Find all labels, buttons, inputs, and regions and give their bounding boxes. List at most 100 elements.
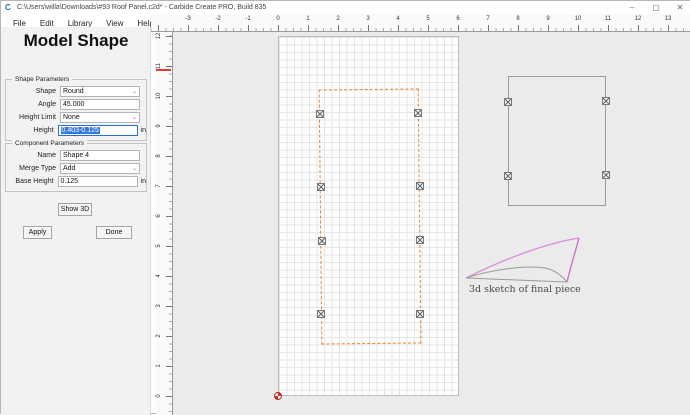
v-ruler-label: 9: [156, 117, 164, 135]
node-handle[interactable]: [416, 310, 424, 318]
name-input-value: Shape 4: [63, 152, 89, 159]
maximize-button[interactable]: ▢: [651, 3, 661, 12]
done-button[interactable]: Done: [96, 226, 132, 239]
angle-input[interactable]: 45.000: [60, 99, 140, 110]
v-ruler-label: 3: [156, 297, 164, 315]
shape-parameters-legend: Shape Parameters: [12, 76, 72, 83]
v-ruler-major-ticks: [166, 32, 172, 415]
base-height-input-value: 0.125: [61, 178, 79, 185]
name-row: Name Shape 4: [6, 149, 146, 162]
component-parameters-legend: Component Parameters: [12, 140, 87, 147]
base-height-unit-label: in: [141, 178, 146, 185]
node-handle[interactable]: [316, 110, 324, 118]
node-handle[interactable]: [602, 97, 610, 105]
app-icon: C: [5, 4, 13, 12]
h-ruler-label: 6: [448, 16, 468, 22]
shape-label: Shape: [8, 88, 60, 95]
h-ruler-label: 3: [358, 16, 378, 22]
h-ruler-label: 13: [658, 16, 678, 22]
node-handle[interactable]: [416, 182, 424, 190]
v-ruler-label: 1: [156, 357, 164, 375]
v-ruler-label: 10: [156, 87, 164, 105]
node-handle[interactable]: [602, 171, 610, 179]
v-ruler-label: 4: [156, 267, 164, 285]
window-controls: – ▢ ✕: [627, 1, 685, 14]
h-ruler-major-ticks: [151, 25, 690, 31]
height-limit-dropdown[interactable]: None ⌄: [60, 112, 140, 123]
angle-input-value: 45.000: [63, 101, 84, 108]
h-ruler-label: 2: [328, 16, 348, 22]
show-3d-button[interactable]: Show 3D: [58, 203, 92, 216]
node-handle[interactable]: [318, 237, 326, 245]
base-height-label: Base Height: [8, 178, 58, 185]
h-ruler-label: 0: [268, 16, 288, 22]
node-handle[interactable]: [504, 172, 512, 180]
node-handle[interactable]: [416, 236, 424, 244]
h-ruler-label: -3: [178, 16, 198, 22]
h-ruler-label: 8: [508, 16, 528, 22]
h-ruler-label: -1: [238, 16, 258, 22]
base-height-row: Base Height 0.125 in: [6, 175, 146, 188]
height-limit-row: Height Limit None ⌄: [6, 111, 146, 124]
v-ruler-label: 11: [156, 57, 164, 75]
name-input[interactable]: Shape 4: [60, 150, 140, 161]
height-limit-dropdown-value: None: [63, 114, 80, 121]
page-title: Model Shape: [1, 31, 151, 51]
window-title: C:\Users\willa\Downloads\#93 Roof Panel.…: [17, 4, 266, 11]
merge-type-dropdown[interactable]: Add ⌄: [60, 163, 140, 174]
height-unit-label: in: [141, 127, 146, 134]
height-input[interactable]: 0.403-0.125: [58, 125, 138, 136]
sketch-caption: 3d sketch of final piece: [469, 284, 599, 295]
shape-parameters-group: Shape Parameters Shape Round ⌄ Angle 45.…: [5, 79, 147, 141]
chevron-down-icon: ⌄: [132, 88, 137, 95]
model-shape-panel: Model Shape Shape Parameters Shape Round…: [1, 27, 151, 415]
height-input-value: 0.403-0.125: [61, 127, 100, 134]
origin-marker-icon: [274, 392, 282, 400]
angle-label: Angle: [8, 101, 60, 108]
h-ruler-label: 12: [628, 16, 648, 22]
node-handle[interactable]: [317, 183, 325, 191]
name-label: Name: [8, 152, 60, 159]
base-height-input[interactable]: 0.125: [58, 176, 138, 187]
node-handle[interactable]: [317, 310, 325, 318]
node-handle[interactable]: [504, 98, 512, 106]
app-window: C C:\Users\willa\Downloads\#93 Roof Pane…: [0, 0, 690, 414]
v-ruler: 1211109876543210: [156, 32, 173, 415]
close-button[interactable]: ✕: [675, 3, 685, 12]
merge-type-row: Merge Type Add ⌄: [6, 162, 146, 175]
chevron-down-icon: ⌄: [132, 114, 137, 121]
v-ruler-label: 12: [156, 27, 164, 45]
final-piece-sketch: [459, 232, 589, 292]
h-ruler-label: -2: [208, 16, 228, 22]
minimize-button[interactable]: –: [627, 3, 637, 12]
shape-dropdown-value: Round: [63, 88, 84, 95]
design-canvas[interactable]: 3d sketch of final piece: [173, 32, 690, 415]
selected-shape-outline[interactable]: [319, 88, 422, 344]
title-bar: C C:\Users\willa\Downloads\#93 Roof Pane…: [1, 1, 690, 14]
h-ruler-label: 1: [298, 16, 318, 22]
v-ruler-label: 6: [156, 207, 164, 225]
v-ruler-label: 5: [156, 237, 164, 255]
h-ruler-label: 5: [418, 16, 438, 22]
height-row: Height 0.403-0.125 in: [6, 124, 146, 137]
h-ruler-label: 4: [388, 16, 408, 22]
merge-type-label: Merge Type: [8, 165, 60, 172]
shape-dropdown[interactable]: Round ⌄: [60, 86, 140, 97]
apply-button[interactable]: Apply: [23, 226, 52, 239]
v-ruler-label: 2: [156, 327, 164, 345]
h-ruler-label: 9: [538, 16, 558, 22]
height-label: Height: [8, 127, 58, 134]
v-ruler-label: 0: [156, 387, 164, 405]
merge-type-dropdown-value: Add: [63, 165, 75, 172]
h-ruler-label: 11: [598, 16, 618, 22]
node-handle[interactable]: [414, 109, 422, 117]
h-ruler-label: 7: [478, 16, 498, 22]
h-ruler-label: 10: [568, 16, 588, 22]
h-ruler: -3-2-1012345678910111213: [151, 14, 690, 32]
shape-outline[interactable]: [508, 76, 606, 206]
chevron-down-icon: ⌄: [132, 165, 137, 172]
v-ruler-label: 7: [156, 177, 164, 195]
v-ruler-label: 8: [156, 147, 164, 165]
shape-row: Shape Round ⌄: [6, 85, 146, 98]
height-limit-label: Height Limit: [8, 114, 60, 121]
